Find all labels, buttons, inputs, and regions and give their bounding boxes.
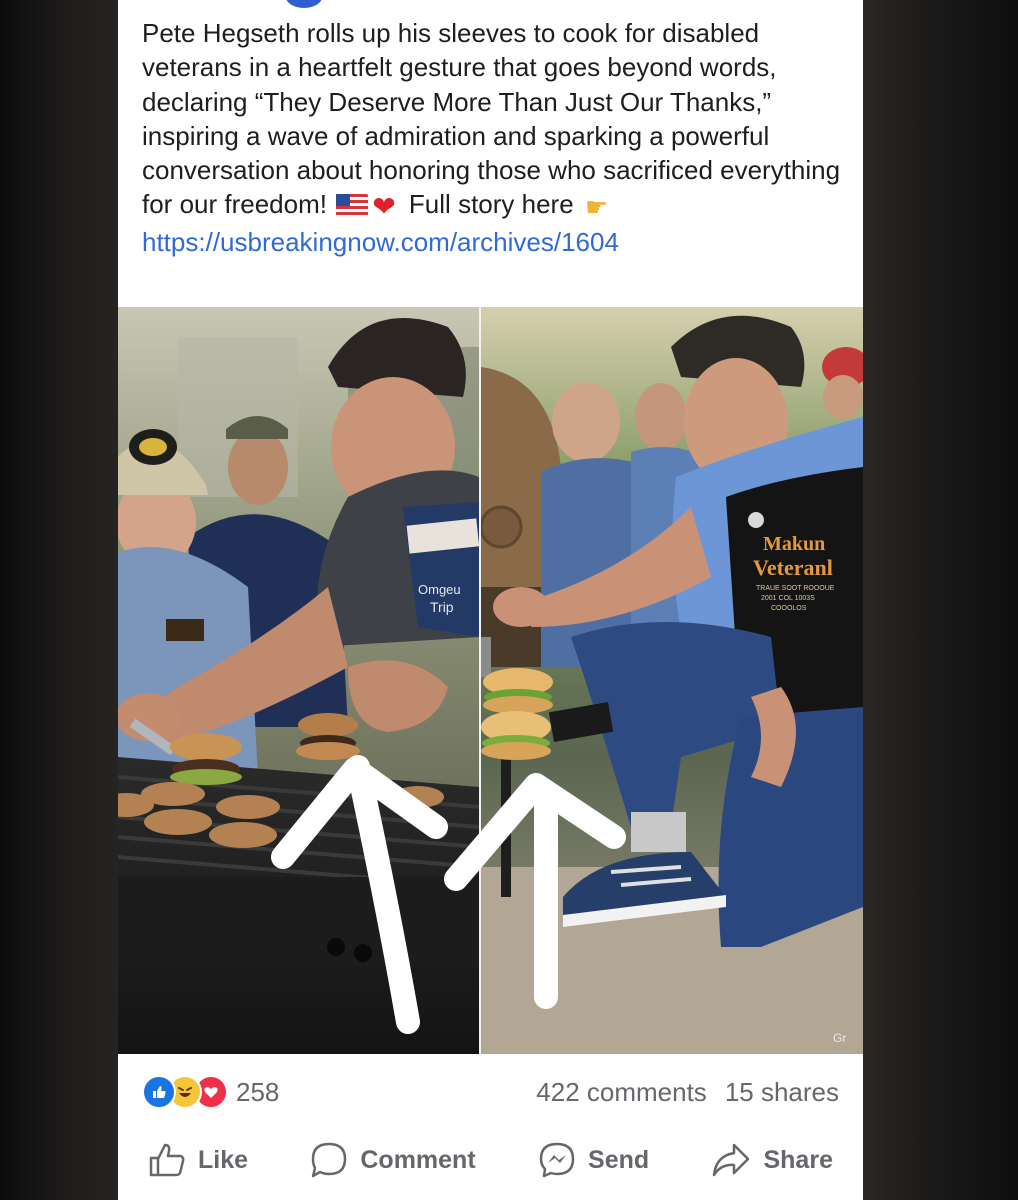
share-arrow-icon (713, 1143, 750, 1177)
blurred-background-right (863, 0, 1018, 1200)
thumbs-up-icon (149, 1143, 185, 1177)
pointing-right-icon: ☛ (584, 192, 609, 223)
reaction-summary[interactable]: 258 (142, 1074, 279, 1110)
post-photo-collage[interactable]: Omgeu Trip Makun Veteranl TRAUE SOOT ROO… (118, 307, 863, 1054)
share-button[interactable]: Share (711, 1142, 833, 1178)
facebook-post-card: Pete Hegseth rolls up his sleeves to coo… (118, 0, 863, 1200)
like-button[interactable]: Like (148, 1142, 248, 1178)
messenger-icon (539, 1142, 575, 1178)
caption-tail-full: Full (408, 189, 451, 220)
like-reaction-icon (142, 1075, 176, 1109)
post-caption: Pete Hegseth rolls up his sleeves to coo… (142, 16, 847, 259)
post-action-bar: Like Comment Send Share (118, 1135, 863, 1185)
shares-count[interactable]: 15 shares (725, 1077, 839, 1108)
drawn-arrows-overlay (271, 755, 626, 1034)
caption-tail-story: story here (458, 189, 574, 220)
comment-label: Comment (360, 1145, 476, 1174)
article-link[interactable]: https://usbreakingnow.com/archives/1604 (142, 227, 619, 257)
blurred-background-left (0, 0, 118, 1200)
comment-button[interactable]: Comment (310, 1141, 476, 1179)
comments-count[interactable]: 422 comments (536, 1077, 707, 1108)
us-flag-icon (336, 194, 369, 217)
comment-bubble-icon (312, 1142, 347, 1178)
send-button[interactable]: Send (538, 1141, 649, 1179)
engagement-stats: 422 comments 15 shares (536, 1074, 839, 1110)
red-heart-icon: ❤ (372, 191, 396, 223)
share-label: Share (763, 1145, 833, 1174)
profile-avatar-partial[interactable] (286, 0, 322, 8)
send-label: Send (588, 1145, 650, 1174)
reaction-count: 258 (236, 1076, 280, 1107)
like-label: Like (198, 1145, 249, 1174)
